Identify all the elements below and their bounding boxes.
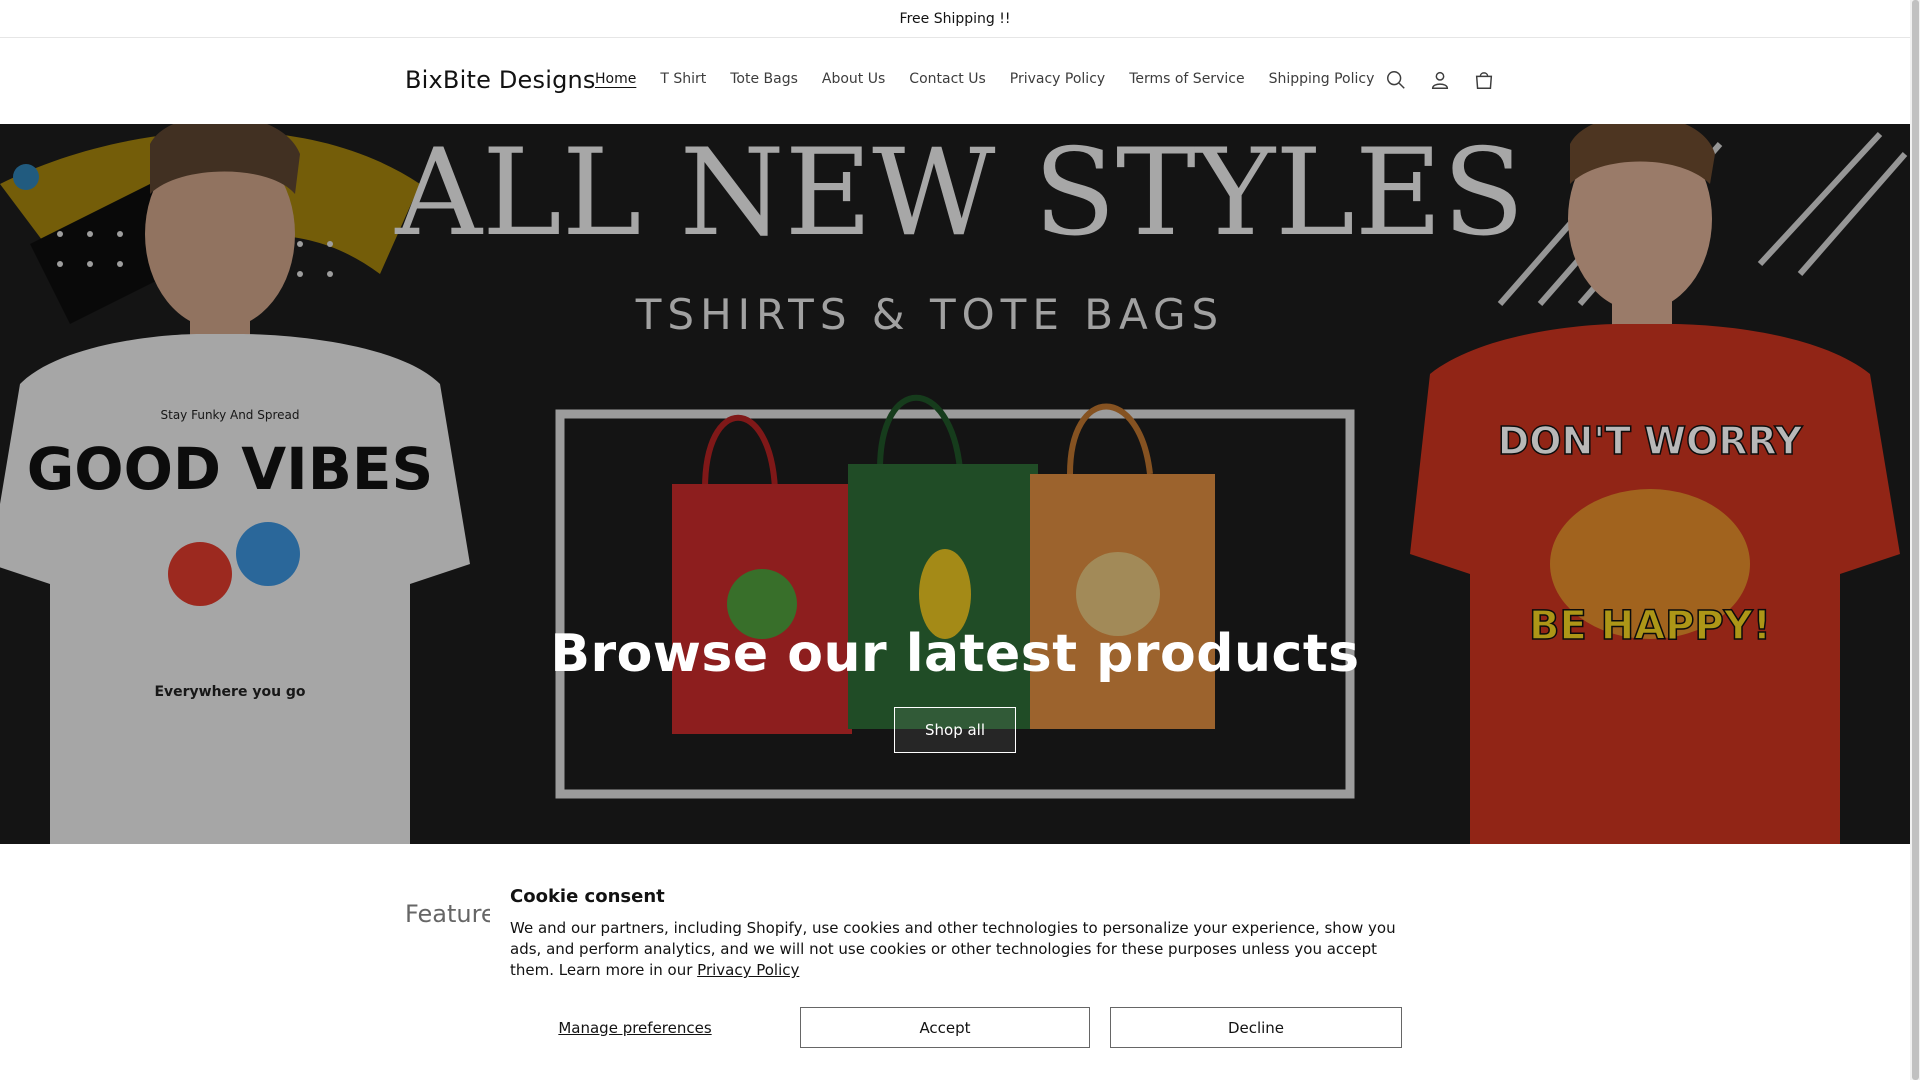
cookie-body: We and our partners, including Shopify, … <box>510 918 1400 981</box>
nav-item-tote-bags[interactable]: Tote Bags <box>730 71 798 87</box>
account-icon[interactable] <box>1427 65 1453 95</box>
privacy-policy-link[interactable]: Privacy Policy <box>697 961 799 979</box>
hero-banner: ALL NEW STYLES TSHIRTS & TOTE BAGS Stay … <box>0 124 1910 844</box>
cookie-consent-banner: Cookie consent We and our partners, incl… <box>490 870 1420 1080</box>
accept-button[interactable]: Accept <box>800 1007 1090 1048</box>
nav-item-about-us[interactable]: About Us <box>822 71 885 87</box>
site-header: BixBite Designs Home T Shirt Tote Bags A… <box>0 39 1910 124</box>
nav-item-shipping-policy[interactable]: Shipping Policy <box>1269 71 1375 87</box>
featured-heading: Feature <box>405 900 496 928</box>
search-icon[interactable] <box>1383 65 1409 95</box>
nav-item-terms-of-service[interactable]: Terms of Service <box>1129 71 1244 87</box>
nav-item-home[interactable]: Home <box>595 71 636 87</box>
decline-button[interactable]: Decline <box>1110 1007 1402 1048</box>
hero-title: Browse our latest products <box>550 624 1360 684</box>
manage-preferences-button[interactable]: Manage preferences <box>510 1007 760 1048</box>
nav-item-privacy-policy[interactable]: Privacy Policy <box>1010 71 1105 87</box>
site-logo[interactable]: BixBite Designs <box>405 66 596 94</box>
announcement-bar: Free Shipping !! <box>0 0 1910 38</box>
shop-all-button[interactable]: Shop all <box>894 707 1016 753</box>
nav-item-contact-us[interactable]: Contact Us <box>909 71 985 87</box>
cart-icon[interactable] <box>1471 65 1497 95</box>
header-icons <box>1383 65 1497 95</box>
scrollbar-thumb[interactable] <box>1912 0 1919 1080</box>
main-nav: Home T Shirt Tote Bags About Us Contact … <box>595 71 1398 87</box>
nav-item-t-shirt[interactable]: T Shirt <box>660 71 706 87</box>
announcement-text: Free Shipping !! <box>899 10 1011 27</box>
cookie-body-text: We and our partners, including Shopify, … <box>510 919 1396 979</box>
cookie-title: Cookie consent <box>510 886 665 907</box>
